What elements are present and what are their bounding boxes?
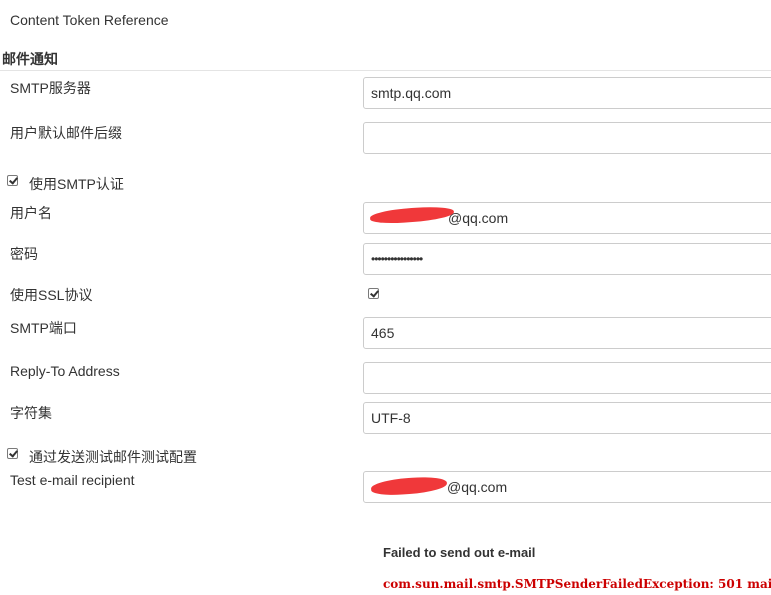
smtp-port-input[interactable]: 465 [363,317,771,349]
reply-to-input[interactable] [363,362,771,394]
test-recipient-visible-text: @qq.com [447,479,508,495]
charset-input[interactable]: UTF-8 [363,402,771,434]
content-token-reference-link[interactable]: Content Token Reference [10,12,169,28]
default-suffix-input[interactable] [363,122,771,154]
charset-label: 字符集 [10,405,52,421]
password-input[interactable]: •••••••••••••••• [363,243,771,275]
smtp-server-input[interactable]: smtp.qq.com [363,77,771,109]
reply-to-label: Reply-To Address [10,363,120,379]
send-failure-message: com.sun.mail.smtp.SMTPSenderFailedExcept… [383,577,771,591]
smtp-server-label: SMTP服务器 [10,80,91,96]
smtp-port-label: SMTP端口 [10,320,77,336]
use-smtp-auth-label: 使用SMTP认证 [29,176,124,192]
username-visible-text: @qq.com [448,210,509,226]
use-smtp-auth-checkbox[interactable] [7,175,18,186]
send-failure-title: Failed to send out e-mail [383,545,536,560]
section-title: 邮件通知 [2,51,58,67]
test-config-label: 通过发送测试邮件测试配置 [29,449,197,465]
default-suffix-label: 用户默认邮件后缀 [10,125,122,141]
use-ssl-label: 使用SSL协议 [10,287,93,303]
password-label: 密码 [10,246,38,262]
section-divider [0,70,771,71]
test-config-checkbox[interactable] [7,448,18,459]
username-label: 用户名 [10,205,52,221]
use-ssl-checkbox[interactable] [368,288,379,299]
test-recipient-label: Test e-mail recipient [10,472,135,488]
